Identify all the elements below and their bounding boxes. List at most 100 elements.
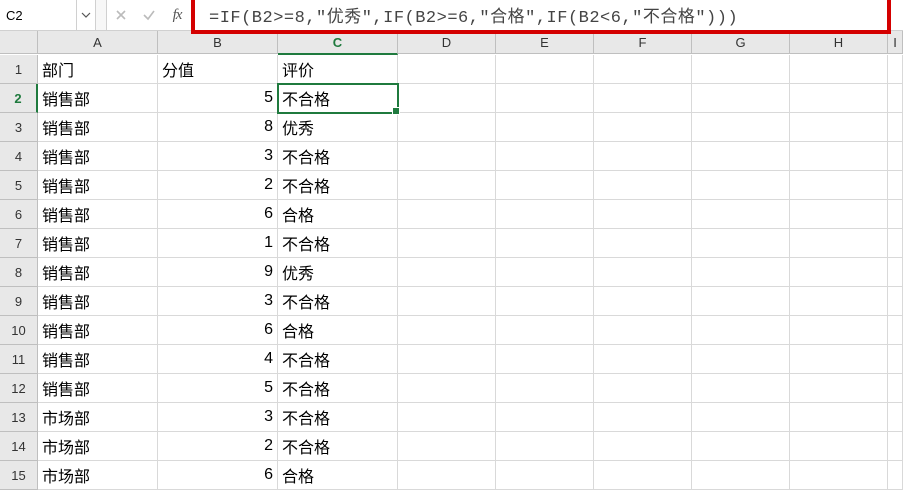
cell-A2[interactable]: 销售部 xyxy=(38,84,158,113)
cell-G11[interactable] xyxy=(692,345,790,374)
cell-E13[interactable] xyxy=(496,403,594,432)
cell-H13[interactable] xyxy=(790,403,888,432)
cell-E15[interactable] xyxy=(496,461,594,490)
cell-F14[interactable] xyxy=(594,432,692,461)
row-header-12[interactable]: 12 xyxy=(0,374,38,403)
cell-C4[interactable]: 不合格 xyxy=(278,142,398,171)
cell-G2[interactable] xyxy=(692,84,790,113)
cell-D15[interactable] xyxy=(398,461,496,490)
cell-H5[interactable] xyxy=(790,171,888,200)
cell-A4[interactable]: 销售部 xyxy=(38,142,158,171)
cell-H9[interactable] xyxy=(790,287,888,316)
cell-F9[interactable] xyxy=(594,287,692,316)
cell-C8[interactable]: 优秀 xyxy=(278,258,398,287)
cell-D4[interactable] xyxy=(398,142,496,171)
row-header-6[interactable]: 6 xyxy=(0,200,38,229)
cell-G8[interactable] xyxy=(692,258,790,287)
cell-C13[interactable]: 不合格 xyxy=(278,403,398,432)
cell-B13[interactable]: 3 xyxy=(158,403,278,432)
column-header-H[interactable]: H xyxy=(790,31,888,54)
cell-D14[interactable] xyxy=(398,432,496,461)
cell-G7[interactable] xyxy=(692,229,790,258)
cell-C1[interactable]: 评价 xyxy=(278,55,398,84)
cell-H11[interactable] xyxy=(790,345,888,374)
cell-D1[interactable] xyxy=(398,55,496,84)
cell-G6[interactable] xyxy=(692,200,790,229)
cell-A11[interactable]: 销售部 xyxy=(38,345,158,374)
name-box-dropdown[interactable] xyxy=(77,0,96,30)
cell-I12[interactable] xyxy=(888,374,903,403)
cell-C11[interactable]: 不合格 xyxy=(278,345,398,374)
cell-G10[interactable] xyxy=(692,316,790,345)
cell-F5[interactable] xyxy=(594,171,692,200)
select-all-corner[interactable] xyxy=(0,31,38,54)
cell-B5[interactable]: 2 xyxy=(158,171,278,200)
cell-C5[interactable]: 不合格 xyxy=(278,171,398,200)
cell-C12[interactable]: 不合格 xyxy=(278,374,398,403)
insert-function-button[interactable]: fx xyxy=(163,0,191,30)
cell-B2[interactable]: 5 xyxy=(158,84,278,113)
cell-I13[interactable] xyxy=(888,403,903,432)
cell-A9[interactable]: 销售部 xyxy=(38,287,158,316)
cell-H15[interactable] xyxy=(790,461,888,490)
cell-H10[interactable] xyxy=(790,316,888,345)
cell-E10[interactable] xyxy=(496,316,594,345)
cell-B8[interactable]: 9 xyxy=(158,258,278,287)
cell-I14[interactable] xyxy=(888,432,903,461)
column-header-F[interactable]: F xyxy=(594,31,692,54)
row-header-3[interactable]: 3 xyxy=(0,113,38,142)
cell-E12[interactable] xyxy=(496,374,594,403)
cell-D12[interactable] xyxy=(398,374,496,403)
row-header-11[interactable]: 11 xyxy=(0,345,38,374)
cell-F7[interactable] xyxy=(594,229,692,258)
row-header-9[interactable]: 9 xyxy=(0,287,38,316)
row-header-1[interactable]: 1 xyxy=(0,55,38,84)
cell-G1[interactable] xyxy=(692,55,790,84)
cell-D7[interactable] xyxy=(398,229,496,258)
formula-cancel-button[interactable] xyxy=(107,0,135,30)
cell-B10[interactable]: 6 xyxy=(158,316,278,345)
column-header-E[interactable]: E xyxy=(496,31,594,54)
cell-H6[interactable] xyxy=(790,200,888,229)
cell-H2[interactable] xyxy=(790,84,888,113)
cell-C3[interactable]: 优秀 xyxy=(278,113,398,142)
cell-D2[interactable] xyxy=(398,84,496,113)
cell-C2[interactable]: 不合格 xyxy=(278,84,398,113)
cell-C10[interactable]: 合格 xyxy=(278,316,398,345)
row-header-7[interactable]: 7 xyxy=(0,229,38,258)
cell-A15[interactable]: 市场部 xyxy=(38,461,158,490)
cell-A3[interactable]: 销售部 xyxy=(38,113,158,142)
cell-E1[interactable] xyxy=(496,55,594,84)
cell-I8[interactable] xyxy=(888,258,903,287)
column-header-I[interactable]: I xyxy=(888,31,903,54)
cell-I3[interactable] xyxy=(888,113,903,142)
cell-E9[interactable] xyxy=(496,287,594,316)
cell-B3[interactable]: 8 xyxy=(158,113,278,142)
cell-F10[interactable] xyxy=(594,316,692,345)
cell-E4[interactable] xyxy=(496,142,594,171)
cell-I4[interactable] xyxy=(888,142,903,171)
cell-B14[interactable]: 2 xyxy=(158,432,278,461)
cell-A6[interactable]: 销售部 xyxy=(38,200,158,229)
cell-D13[interactable] xyxy=(398,403,496,432)
cell-A1[interactable]: 部门 xyxy=(38,55,158,84)
cell-G15[interactable] xyxy=(692,461,790,490)
cell-A10[interactable]: 销售部 xyxy=(38,316,158,345)
cell-B6[interactable]: 6 xyxy=(158,200,278,229)
cell-G13[interactable] xyxy=(692,403,790,432)
cell-F3[interactable] xyxy=(594,113,692,142)
cell-A14[interactable]: 市场部 xyxy=(38,432,158,461)
cell-I2[interactable] xyxy=(888,84,903,113)
cell-A13[interactable]: 市场部 xyxy=(38,403,158,432)
cell-D10[interactable] xyxy=(398,316,496,345)
cell-E11[interactable] xyxy=(496,345,594,374)
cell-D6[interactable] xyxy=(398,200,496,229)
formula-input[interactable]: =IF(B2>=8,"优秀",IF(B2>=6,"合格",IF(B2<6,"不合… xyxy=(191,2,903,28)
row-header-15[interactable]: 15 xyxy=(0,461,38,490)
cell-H3[interactable] xyxy=(790,113,888,142)
cell-G4[interactable] xyxy=(692,142,790,171)
cell-F4[interactable] xyxy=(594,142,692,171)
cell-G12[interactable] xyxy=(692,374,790,403)
row-header-10[interactable]: 10 xyxy=(0,316,38,345)
row-header-5[interactable]: 5 xyxy=(0,171,38,200)
